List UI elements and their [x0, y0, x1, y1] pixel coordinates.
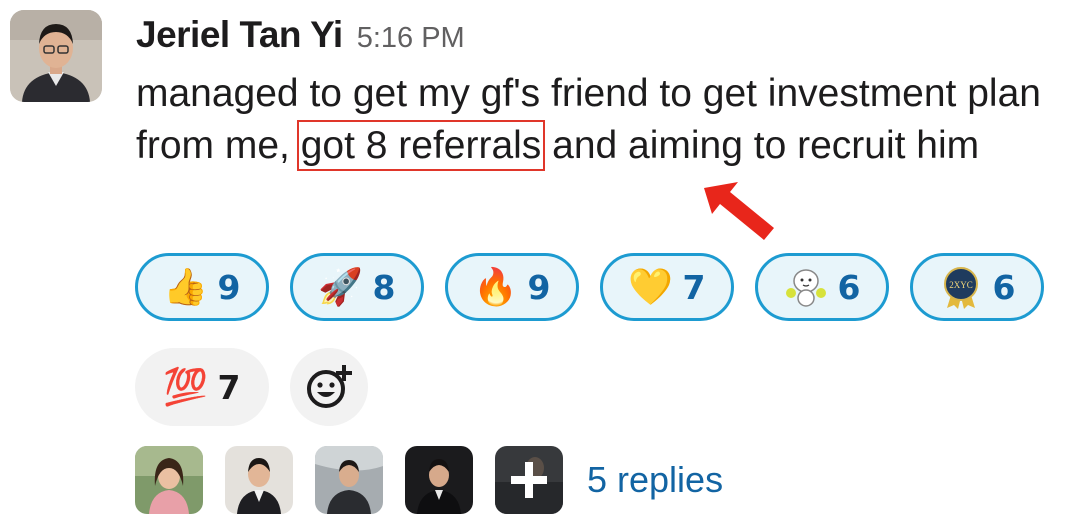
rocket-icon: 🚀 [318, 266, 363, 307]
add-reaction-button[interactable] [290, 348, 368, 426]
reaction-cheer-mascot[interactable]: 6 [755, 253, 889, 321]
thread-summary[interactable]: 5 replies [135, 446, 723, 514]
yellow-heart-icon: 💛 [628, 266, 673, 307]
reaction-count: 6 [992, 267, 1016, 307]
reaction-hundred-points[interactable]: 💯 7 [135, 348, 269, 426]
replier-avatar[interactable] [405, 446, 473, 514]
author-avatar[interactable] [10, 10, 102, 102]
replier-avatar[interactable] [135, 446, 203, 514]
more-repliers-avatar[interactable] [495, 446, 563, 514]
reaction-count: 9 [217, 267, 241, 307]
reaction-count: 7 [217, 367, 241, 407]
reaction-thumbs-up[interactable]: 👍 9 [135, 253, 269, 321]
reaction-count: 9 [527, 267, 551, 307]
message-header: Jeriel Tan Yi 5:16 PM [136, 14, 465, 64]
reaction-count: 7 [682, 267, 706, 307]
message-text-after: and aiming to recruit him [541, 124, 980, 167]
replier-avatar[interactable] [315, 446, 383, 514]
thumbs-up-icon: 👍 [163, 266, 208, 307]
annotation-arrow-icon [704, 182, 774, 240]
author-name[interactable]: Jeriel Tan Yi [136, 14, 343, 56]
highlighted-text: got 8 referrals [296, 120, 546, 171]
badge-text: 2XYC [949, 280, 973, 290]
replies-link[interactable]: 5 replies [587, 459, 723, 501]
reaction-count: 6 [837, 267, 861, 307]
add-reaction-icon [307, 365, 352, 408]
hundred-points-icon: 💯 [163, 366, 208, 407]
replier-avatar[interactable] [225, 446, 293, 514]
reaction-yellow-heart[interactable]: 💛 7 [600, 253, 734, 321]
message-timestamp[interactable]: 5:16 PM [357, 22, 465, 55]
reaction-count: 8 [372, 267, 396, 307]
reaction-badge[interactable]: 2XYC 6 [910, 253, 1044, 321]
cheer-mascot-icon [784, 265, 828, 309]
badge-icon: 2XYC [939, 265, 983, 309]
reaction-fire[interactable]: 🔥 9 [445, 253, 579, 321]
message-text: managed to get my gf's friend to get inv… [136, 68, 1071, 172]
reaction-rocket[interactable]: 🚀 8 [290, 253, 424, 321]
fire-icon: 🔥 [473, 266, 518, 307]
